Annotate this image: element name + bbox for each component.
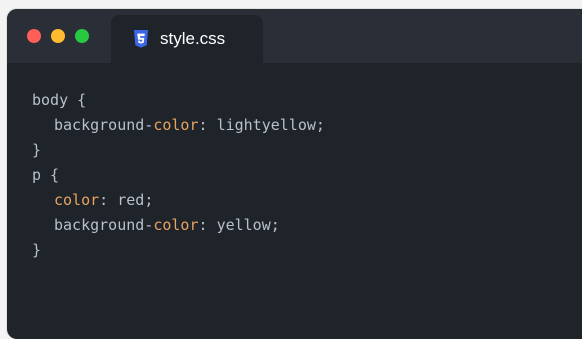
semicolon: ; bbox=[144, 191, 154, 209]
semicolon: ; bbox=[315, 116, 325, 134]
close-button[interactable] bbox=[27, 29, 41, 43]
css-value: red bbox=[117, 191, 145, 209]
tab-label: style.css bbox=[160, 29, 226, 48]
code-line: } bbox=[32, 138, 582, 163]
code-line: background-color: yellow; bbox=[32, 213, 582, 238]
code-window: style.css body { background-color: light… bbox=[7, 9, 582, 339]
minimize-button[interactable] bbox=[51, 29, 65, 43]
css-value: lightyellow bbox=[216, 116, 316, 134]
title-bar: style.css bbox=[7, 9, 582, 63]
css-selector: p bbox=[32, 166, 42, 184]
code-line: } bbox=[32, 238, 582, 263]
close-brace: } bbox=[32, 241, 42, 259]
semicolon: ; bbox=[270, 216, 280, 234]
open-brace: { bbox=[41, 166, 60, 184]
css-value: yellow bbox=[216, 216, 271, 234]
colon: : bbox=[198, 216, 217, 234]
code-editor[interactable]: body { background-color: lightyellow; } … bbox=[32, 88, 582, 263]
colon: : bbox=[99, 191, 118, 209]
code-line: background-color: lightyellow; bbox=[32, 113, 582, 138]
zoom-button[interactable] bbox=[75, 29, 89, 43]
css-selector: body bbox=[32, 91, 69, 109]
open-brace: { bbox=[68, 91, 87, 109]
tab-style-css[interactable]: style.css bbox=[111, 15, 263, 63]
colon: : bbox=[198, 116, 217, 134]
css-property-highlight: color bbox=[153, 116, 199, 134]
code-line: body { bbox=[32, 88, 582, 113]
css-property-highlight: color bbox=[54, 191, 100, 209]
css-property-prefix: background- bbox=[54, 216, 154, 234]
close-brace: } bbox=[32, 141, 42, 159]
code-line: color: red; bbox=[32, 188, 582, 213]
css3-icon bbox=[134, 30, 148, 48]
css-property-highlight: color bbox=[153, 216, 199, 234]
css-property-prefix: background- bbox=[54, 116, 154, 134]
code-line: p { bbox=[32, 163, 582, 188]
